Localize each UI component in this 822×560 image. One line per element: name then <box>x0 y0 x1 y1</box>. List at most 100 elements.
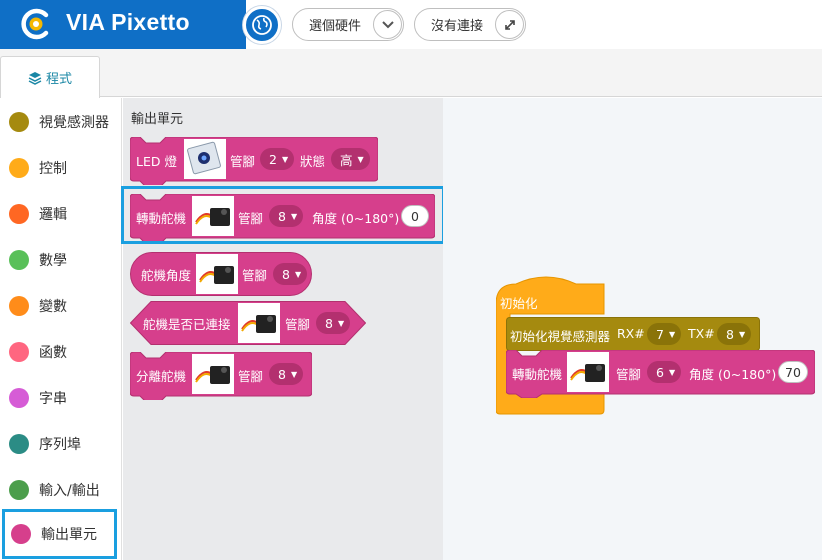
servo-rotate-pin-dropdown[interactable]: 8 ▼ <box>269 205 304 227</box>
category-label: 數學 <box>39 253 67 269</box>
vision-tx-label: TX# <box>688 326 715 341</box>
servo-detach-block[interactable]: 分離舵機 管腳 8 ▼ <box>130 352 312 400</box>
workspace-servo-angle-input[interactable]: 70 <box>778 361 808 383</box>
category-color-dot <box>11 524 31 544</box>
pixetto-logo-icon <box>21 8 49 40</box>
servo-angle-pin-dropdown[interactable]: 8 ▼ <box>273 263 308 285</box>
category-label: 序列埠 <box>39 437 81 453</box>
category-output-unit[interactable]: 輸出單元 <box>2 509 117 559</box>
servo-image <box>238 303 280 343</box>
category-strings[interactable]: 字串 <box>0 376 122 420</box>
led-pin-label: 管腳 <box>230 154 256 169</box>
led-pin-dropdown[interactable]: 2 ▼ <box>260 148 295 170</box>
category-label: 函數 <box>39 345 67 361</box>
vision-tx-dropdown[interactable]: 8 ▼ <box>717 323 752 345</box>
hardware-select-label: 選個硬件 <box>309 19 362 34</box>
vision-rx-value: 7 <box>656 326 664 342</box>
servo-angle-label: 舵機角度 <box>141 268 192 283</box>
led-block-label: LED 燈 <box>136 154 177 169</box>
hardware-select[interactable]: 選個硬件 <box>292 8 404 41</box>
category-color-dot <box>9 204 29 224</box>
workspace-servo-rotate-block[interactable]: 轉動舵機 管腳 6 ▼ 角度 (0~180°) 70 <box>506 350 815 398</box>
led-block[interactable]: LED 燈 管腳 2 ▼ 狀態 高 ▼ <box>130 137 378 185</box>
vision-init-block[interactable]: 初始化視覺感測器 RX# 7 ▼ TX# 8 ▼ <box>506 317 760 353</box>
workspace-servo-label: 轉動舵機 <box>512 367 563 382</box>
servo-connected-pin-value: 8 <box>325 315 333 331</box>
app-name: VIA Pixetto <box>66 9 190 35</box>
servo-rotate-pin-label: 管腳 <box>238 211 264 226</box>
servo-angle-block[interactable]: 舵機角度 管腳 8 ▼ <box>130 252 312 296</box>
category-label: 輸入/輸出 <box>39 483 100 499</box>
servo-motor-icon <box>570 364 605 382</box>
category-label: 字串 <box>39 391 67 407</box>
dropdown-arrow-icon: ▼ <box>668 367 676 377</box>
category-label: 邏輯 <box>39 207 67 223</box>
workspace-canvas[interactable]: 初始化 初始化視覺感測器 RX# 7 ▼ TX# 8 ▼ 轉動舵機 管腳 6 ▼… <box>443 98 822 560</box>
servo-rotate-label: 轉動舵機 <box>136 211 187 226</box>
servo-rotate-angle-input[interactable]: 0 <box>401 205 429 227</box>
category-variables[interactable]: 變數 <box>0 284 122 328</box>
tab-bar: 程式 <box>0 49 822 98</box>
servo-connected-block[interactable]: 舵機是否已連接 管腳 8 ▼ <box>130 301 366 345</box>
category-color-dot <box>9 158 29 178</box>
tab-program[interactable]: 程式 <box>0 56 100 98</box>
servo-connected-pin-dropdown[interactable]: 8 ▼ <box>316 312 351 334</box>
dropdown-arrow-icon: ▼ <box>290 211 298 221</box>
dropdown-arrow-icon: ▼ <box>281 154 289 164</box>
globe-icon <box>252 15 272 35</box>
category-color-dot <box>9 296 29 316</box>
servo-rotate-block[interactable]: 轉動舵機 管腳 8 ▼ 角度 (0~180°) 0 <box>130 194 435 242</box>
category-color-dot <box>9 342 29 362</box>
servo-rotate-pin-value: 8 <box>278 208 286 224</box>
expand-icon <box>495 10 524 39</box>
category-serial-port[interactable]: 序列埠 <box>0 422 122 466</box>
led-module-icon <box>187 141 221 175</box>
vision-init-label: 初始化視覺感測器 <box>510 329 611 344</box>
servo-angle-pin-value: 8 <box>282 266 290 282</box>
flyout-title: 輸出單元 <box>131 112 184 127</box>
vision-rx-dropdown[interactable]: 7 ▼ <box>647 323 682 345</box>
led-state-dropdown[interactable]: 高 ▼ <box>331 148 370 170</box>
category-color-dot <box>9 480 29 500</box>
workspace-servo-pin-dropdown[interactable]: 6 ▼ <box>647 361 682 383</box>
servo-angle-pin-label: 管腳 <box>242 268 268 283</box>
connection-label: 沒有連接 <box>431 19 484 34</box>
servo-image <box>567 352 609 392</box>
category-color-dot <box>9 434 29 454</box>
category-label: 視覺感測器 <box>39 115 109 131</box>
workspace-servo-angle-label: 角度 (0~180°) <box>689 367 777 382</box>
language-button[interactable] <box>243 6 281 44</box>
servo-detach-label: 分離舵機 <box>136 369 187 384</box>
category-math[interactable]: 數學 <box>0 238 122 282</box>
category-label: 變數 <box>39 299 67 315</box>
servo-image <box>192 354 234 394</box>
dropdown-arrow-icon: ▼ <box>357 154 364 164</box>
category-vision-sensor[interactable]: 視覺感測器 <box>0 100 122 144</box>
servo-motor-icon <box>241 315 276 333</box>
category-functions[interactable]: 函數 <box>0 330 122 374</box>
layers-icon <box>28 71 42 85</box>
category-input-output[interactable]: 輸入/輸出 <box>0 468 122 512</box>
workspace-servo-pin-label: 管腳 <box>616 367 642 382</box>
servo-detach-pin-value: 8 <box>278 366 286 382</box>
dropdown-arrow-icon: ▼ <box>294 269 302 279</box>
app-root: VIA Pixetto 選個硬件 沒有連接 程式 視覺感測器 控制 邏輯 數學 … <box>0 0 822 560</box>
connection-button[interactable]: 沒有連接 <box>414 8 526 41</box>
block-flyout: 輸出單元 LED 燈 管腳 2 ▼ 狀態 高 ▼ 轉動舵機 管腳 8 ▼ 角度 … <box>121 98 445 560</box>
category-color-dot <box>9 250 29 270</box>
led-state-value: 高 <box>340 152 353 168</box>
servo-image <box>196 254 238 294</box>
category-control[interactable]: 控制 <box>0 146 122 190</box>
top-header: VIA Pixetto 選個硬件 沒有連接 <box>0 0 822 49</box>
brand-bar: VIA Pixetto <box>0 0 246 49</box>
servo-detach-pin-dropdown[interactable]: 8 ▼ <box>269 363 304 385</box>
category-color-dot <box>9 388 29 408</box>
dropdown-arrow-icon: ▼ <box>337 318 345 328</box>
servo-connected-pin-label: 管腳 <box>285 317 311 332</box>
dropdown-arrow-icon: ▼ <box>738 329 746 339</box>
category-label: 輸出單元 <box>41 527 97 543</box>
vision-rx-label: RX# <box>617 326 645 341</box>
category-logic[interactable]: 邏輯 <box>0 192 122 236</box>
category-label: 控制 <box>39 161 67 177</box>
servo-motor-icon <box>199 266 234 284</box>
